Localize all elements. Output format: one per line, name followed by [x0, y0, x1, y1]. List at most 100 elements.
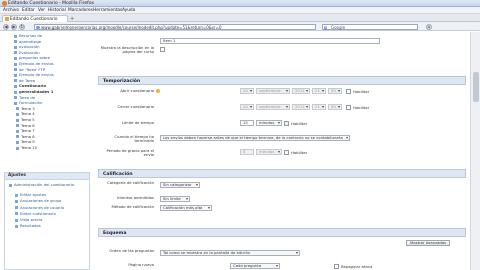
activity-icon	[14, 90, 17, 94]
search-box[interactable]: g Google	[322, 23, 418, 30]
ajustes-item[interactable]: Editar cuestionario	[15, 211, 56, 216]
folder-icon	[16, 112, 19, 116]
menu-herramientas[interactable]: Herramientas	[93, 8, 122, 13]
back-button[interactable]: ◀	[3, 23, 9, 30]
show-description-checkbox[interactable]	[160, 47, 165, 52]
activity-icon	[14, 62, 17, 66]
ajustes-item[interactable]: Editar ajustes	[15, 192, 47, 198]
open-hour-select[interactable]: 21	[312, 88, 326, 94]
address-url: www.gabrielmoneroenrarias.org/moodle/cou…	[41, 24, 222, 30]
grading-method-select[interactable]: Calificación más alta	[160, 205, 212, 211]
tab-label: Editando Cuestionario	[10, 16, 58, 22]
overdue-handling-select[interactable]: Los envíos deben hacerse antes de que el…	[160, 135, 350, 141]
grade-category-select[interactable]: Sin categorizar	[160, 182, 200, 188]
nav-item-label: Cuestionario	[19, 83, 47, 89]
close-year-select[interactable]: 2012	[292, 104, 310, 110]
ajustes-item[interactable]: Resultados	[15, 223, 41, 228]
question-order-select[interactable]: Tal como se muestra en la pantalla de ed…	[160, 250, 300, 256]
open-year-select[interactable]: 2012	[292, 88, 310, 94]
name-field[interactable]: Ítem 1	[160, 38, 380, 44]
menu-bar: Archivo Editar Ver Historial Marcadores …	[0, 7, 480, 14]
address-bar[interactable]: www.gabrielmoneroenrarias.org/moodle/cou…	[34, 23, 316, 30]
close-month-select[interactable]: septiembre	[256, 104, 290, 110]
open-month-select[interactable]: septiembre	[256, 88, 290, 94]
ajustes-item[interactable]: Anulaciones de grupo	[15, 199, 61, 203]
ajustes-item[interactable]: Administración del cuestionario	[9, 182, 74, 187]
open-day-select[interactable]: 24	[240, 88, 254, 94]
nav-item-label: Ejemplo de envíos	[19, 61, 54, 66]
site-identity-icon	[36, 25, 40, 29]
activity-icon	[14, 51, 17, 55]
search-placeholder: Google	[331, 24, 346, 30]
temporizacion-header[interactable]: Temporización	[98, 76, 466, 85]
time-limit-enable-checkbox[interactable]	[284, 121, 289, 126]
activity-icon	[14, 73, 17, 77]
close-minute-select[interactable]: 00	[328, 104, 342, 110]
window-titlebar: Editando Cuestionario - Mozilla Firefox	[0, 0, 480, 7]
reload-button[interactable]: ↻	[19, 23, 25, 30]
page-scrollbar[interactable]	[470, 32, 480, 270]
nav-item-label: Tema 3	[21, 105, 35, 111]
close-day-select[interactable]: 24	[240, 104, 254, 110]
nav-item-label: Tema 10	[21, 145, 38, 150]
open-minute-select[interactable]: 00	[328, 88, 342, 94]
grace-period-field[interactable]: 0	[240, 149, 254, 155]
menu-marcadores[interactable]: Marcadores	[68, 8, 93, 13]
edit-form: Ítem 1 Muestra la descripción en la pági…	[98, 32, 466, 270]
grace-period-unit-select[interactable]: minutos	[256, 149, 282, 155]
nav-item-label: evaluación	[19, 44, 40, 50]
ajustes-item-label: Editar ajustes	[20, 192, 47, 198]
activity-icon	[14, 84, 17, 88]
nav-item-label: Tema 6	[21, 122, 35, 128]
forward-button[interactable]: ▶	[11, 23, 17, 30]
esquema-header[interactable]: Esquema	[98, 228, 466, 237]
settings-icon	[9, 183, 12, 187]
tab-editando-cuestionario[interactable]: Editando Cuestionario	[2, 15, 68, 22]
folder-icon	[16, 124, 19, 128]
folder-icon	[16, 118, 19, 122]
esquema-heading: Esquema	[103, 230, 127, 236]
close-enable-checkbox[interactable]	[346, 105, 351, 110]
home-icon[interactable]: ⌂	[426, 23, 432, 30]
settings-icon	[15, 218, 18, 222]
nav-item[interactable]: Tema 10	[16, 145, 38, 150]
time-limit-field[interactable]: 15	[240, 120, 254, 126]
folder-icon	[16, 146, 19, 150]
close-hour-select[interactable]: 21	[312, 104, 326, 110]
nav-item-label: Tema 9	[21, 139, 35, 145]
repaginate-checkbox[interactable]	[334, 264, 339, 269]
folder-icon	[16, 129, 19, 133]
folder-icon	[16, 140, 19, 144]
window-title: Editando Cuestionario - Mozilla Firefox	[8, 1, 95, 6]
calificacion-header[interactable]: Calificación	[98, 169, 466, 178]
temporizacion-heading: Temporización	[103, 78, 141, 84]
ajustes-item-label: Administración del cuestionario	[14, 182, 74, 187]
new-page-select[interactable]: Cada pregunta	[230, 263, 280, 269]
activity-icon	[14, 96, 17, 100]
ajustes-item[interactable]: Vista previa	[15, 217, 42, 222]
show-description-label: Muestra la descripción en la página del …	[100, 45, 154, 55]
ajustes-item[interactable]: Anulaciones de usuario	[15, 205, 64, 210]
time-limit-enable-label: Habilitar	[291, 121, 308, 126]
activity-icon	[14, 56, 17, 60]
show-advanced-button[interactable]: Mostrar Avanzadas	[406, 240, 451, 246]
metodo-label: Método de calificación	[111, 204, 154, 209]
time-limit-unit-select[interactable]: minutos	[256, 120, 282, 126]
menu-ver[interactable]: Ver	[38, 8, 45, 13]
help-icon[interactable]	[156, 89, 160, 93]
grace-period-enable-checkbox[interactable]	[284, 150, 289, 155]
scrollbar-thumb[interactable]	[473, 72, 479, 102]
activity-icon	[14, 101, 17, 105]
menu-historial[interactable]: Historial	[48, 8, 66, 13]
menu-archivo[interactable]: Archivo	[3, 8, 19, 13]
settings-icon	[15, 193, 18, 197]
menu-editar[interactable]: Editar	[22, 8, 35, 13]
menu-ayuda[interactable]: Ayuda	[122, 8, 135, 13]
ajustes-heading: Ajustes	[5, 173, 89, 180]
activity-icon	[14, 34, 17, 38]
gracia-label: Periodo de gracia para el envío	[106, 148, 154, 158]
settings-icon	[15, 212, 18, 216]
attempts-select[interactable]: Sin límite	[160, 196, 190, 202]
open-enable-checkbox[interactable]	[346, 89, 351, 94]
tab-bar: Editando Cuestionario +	[0, 14, 480, 22]
